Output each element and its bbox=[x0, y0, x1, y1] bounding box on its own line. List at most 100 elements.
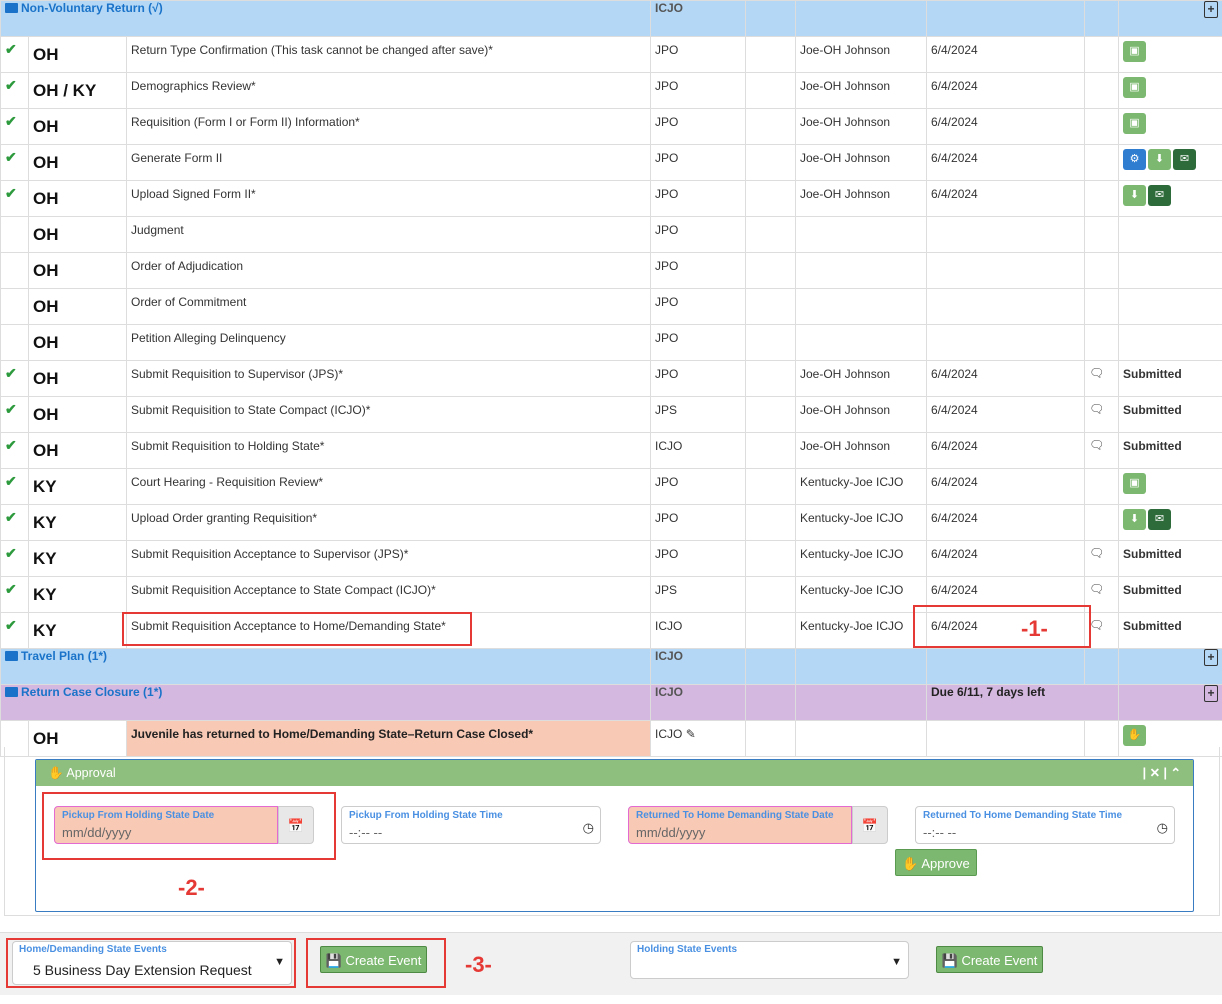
task-name[interactable]: Submit Requisition Acceptance to State C… bbox=[131, 577, 646, 597]
calendar-icon[interactable]: 📅 bbox=[852, 806, 888, 844]
task-name[interactable]: Submit Requisition to Supervisor (JPS)* bbox=[131, 361, 646, 381]
pickup-time-field[interactable]: Pickup From Holding State Time --:-- -- … bbox=[341, 806, 601, 844]
chevron-down-icon[interactable]: ▼ bbox=[891, 956, 902, 968]
return-time-input[interactable]: --:-- -- bbox=[923, 825, 956, 840]
state-code: KY bbox=[33, 513, 57, 532]
task-name[interactable]: Juvenile has returned to Home/Demanding … bbox=[131, 721, 646, 741]
role: JPO bbox=[655, 115, 679, 129]
task-name[interactable]: Petition Alleging Delinquency bbox=[131, 325, 646, 345]
role: JPO bbox=[655, 511, 679, 525]
envelope-icon[interactable]: ✉ bbox=[1148, 185, 1171, 206]
state-code: OH bbox=[33, 45, 59, 64]
comment-icon[interactable]: 🗨 bbox=[1089, 577, 1114, 596]
role: JPS bbox=[655, 403, 678, 417]
role: JPS bbox=[655, 583, 678, 597]
task-name[interactable]: Demographics Review* bbox=[131, 73, 646, 93]
holding-events-select[interactable]: Holding State Events ▼ bbox=[630, 941, 909, 979]
check-icon: ✔ bbox=[5, 545, 17, 561]
section-header-travel[interactable]: Travel Plan (1*) ICJO + bbox=[0, 648, 1222, 685]
task-name[interactable]: Requisition (Form I or Form II) Informat… bbox=[131, 109, 646, 129]
state-code: OH bbox=[33, 369, 59, 388]
return-time-field[interactable]: Returned To Home Demanding State Time --… bbox=[915, 806, 1175, 844]
state-code: OH bbox=[33, 117, 59, 136]
table-row: ✔ OH Generate Form II JPO Joe-OH Johnson 6/4/… bbox=[0, 144, 1222, 181]
completed-date bbox=[931, 289, 1080, 295]
task-name[interactable]: Judgment bbox=[131, 217, 646, 237]
download-icon[interactable]: ⬇ bbox=[1123, 185, 1146, 206]
role: JPO bbox=[655, 43, 679, 57]
clock-icon[interactable]: ◷ bbox=[1157, 820, 1168, 836]
check-icon: ✔ bbox=[5, 149, 17, 165]
pickup-time-input[interactable]: --:-- -- bbox=[349, 825, 382, 840]
clock-icon[interactable]: ◷ bbox=[583, 820, 594, 836]
add-document-icon[interactable]: + bbox=[1204, 1, 1218, 18]
assigned-user: Joe-OH Johnson bbox=[800, 115, 891, 129]
section-header-closure[interactable]: Return Case Closure (1*) ICJO Due 6/11, 7 … bbox=[0, 684, 1222, 721]
section-title[interactable]: Return Case Closure (1*) bbox=[21, 685, 162, 699]
check-icon bbox=[5, 289, 24, 293]
state-code: OH bbox=[33, 225, 59, 244]
create-event-label: Create Event bbox=[961, 953, 1038, 968]
binoculars-icon[interactable]: ▣ bbox=[1123, 473, 1146, 494]
comment-icon[interactable]: 🗨 bbox=[1089, 361, 1114, 380]
binoculars-icon[interactable]: ▣ bbox=[1123, 77, 1146, 98]
edit-icon[interactable]: ✎ bbox=[686, 727, 696, 741]
completed-date bbox=[931, 253, 1080, 259]
state-code: OH bbox=[33, 297, 59, 316]
comment-icon[interactable]: 🗨 bbox=[1089, 541, 1114, 560]
state-code: KY bbox=[33, 585, 57, 604]
envelope-icon[interactable]: ✉ bbox=[1148, 509, 1171, 530]
state-code: OH bbox=[33, 729, 59, 748]
section-title[interactable]: Non-Voluntary Return (√) bbox=[21, 1, 163, 15]
envelope-icon[interactable]: ✉ bbox=[1173, 149, 1196, 170]
completed-date: 6/4/2024 bbox=[931, 43, 978, 57]
approval-header: ✋ Approval | ✕ | ⌃ bbox=[36, 760, 1193, 786]
pickup-time-label: Pickup From Holding State Time bbox=[349, 810, 503, 821]
section-header-nvr[interactable]: Non-Voluntary Return (√) ICJO + bbox=[0, 0, 1222, 37]
return-date-field[interactable]: Returned To Home Demanding State Date mm… bbox=[628, 806, 852, 844]
task-name[interactable]: Return Type Confirmation (This task cann… bbox=[131, 37, 646, 57]
comment-icon[interactable]: 🗨 bbox=[1089, 613, 1114, 632]
check-icon: ✔ bbox=[5, 509, 17, 525]
role: JPO bbox=[655, 331, 679, 345]
task-name[interactable]: Submit Requisition Acceptance to Supervi… bbox=[131, 541, 646, 561]
create-event-button-2[interactable]: 💾 Create Event bbox=[936, 946, 1043, 973]
download-icon[interactable]: ⬇ bbox=[1148, 149, 1171, 170]
state-code: KY bbox=[33, 549, 57, 568]
annotation-box-2 bbox=[42, 792, 336, 860]
assigned-user: Kentucky-Joe ICJO bbox=[800, 583, 904, 597]
task-name[interactable]: Upload Signed Form II* bbox=[131, 181, 646, 201]
task-name[interactable]: Order of Commitment bbox=[131, 289, 646, 309]
panel-controls[interactable]: | ✕ | ⌃ bbox=[1143, 760, 1181, 786]
approve-button[interactable]: ✋ Approve bbox=[895, 849, 977, 876]
folder-open-icon bbox=[5, 3, 18, 13]
return-date-input[interactable]: mm/dd/yyyy bbox=[636, 825, 705, 840]
add-document-icon[interactable]: + bbox=[1204, 685, 1218, 702]
section-title[interactable]: Travel Plan (1*) bbox=[21, 649, 107, 663]
check-icon: ✔ bbox=[5, 473, 17, 489]
check-icon: ✔ bbox=[5, 41, 17, 57]
annotation-label-1: -1- bbox=[1021, 616, 1048, 641]
binoculars-icon[interactable]: ▣ bbox=[1123, 113, 1146, 134]
task-name[interactable]: Upload Order granting Requisition* bbox=[131, 505, 646, 525]
completed-date bbox=[931, 217, 1080, 223]
download-icon[interactable]: ⬇ bbox=[1123, 509, 1146, 530]
task-name[interactable]: Submit Requisition to State Compact (ICJ… bbox=[131, 397, 646, 417]
add-document-icon[interactable]: + bbox=[1204, 649, 1218, 666]
thumbs-up-icon[interactable]: ✋ bbox=[1123, 725, 1146, 746]
task-name[interactable]: Submit Requisition to Holding State* bbox=[131, 433, 646, 453]
check-icon: ✔ bbox=[5, 581, 17, 597]
comment-icon[interactable]: 🗨 bbox=[1089, 433, 1114, 452]
state-code: KY bbox=[33, 477, 57, 496]
check-icon bbox=[5, 217, 24, 221]
binoculars-icon[interactable]: ▣ bbox=[1123, 41, 1146, 62]
folder-icon bbox=[5, 651, 18, 661]
task-name[interactable]: Order of Adjudication bbox=[131, 253, 646, 273]
task-name[interactable]: Generate Form II bbox=[131, 145, 646, 165]
gear-icon[interactable]: ⚙ bbox=[1123, 149, 1146, 170]
assigned-user: Joe-OH Johnson bbox=[800, 43, 891, 57]
task-name[interactable]: Court Hearing - Requisition Review* bbox=[131, 469, 646, 489]
comment-icon[interactable]: 🗨 bbox=[1089, 397, 1114, 416]
table-row: ✔ OH Return Type Confirmation (This task c… bbox=[0, 36, 1222, 73]
status-badge: Submitted bbox=[1123, 367, 1182, 381]
